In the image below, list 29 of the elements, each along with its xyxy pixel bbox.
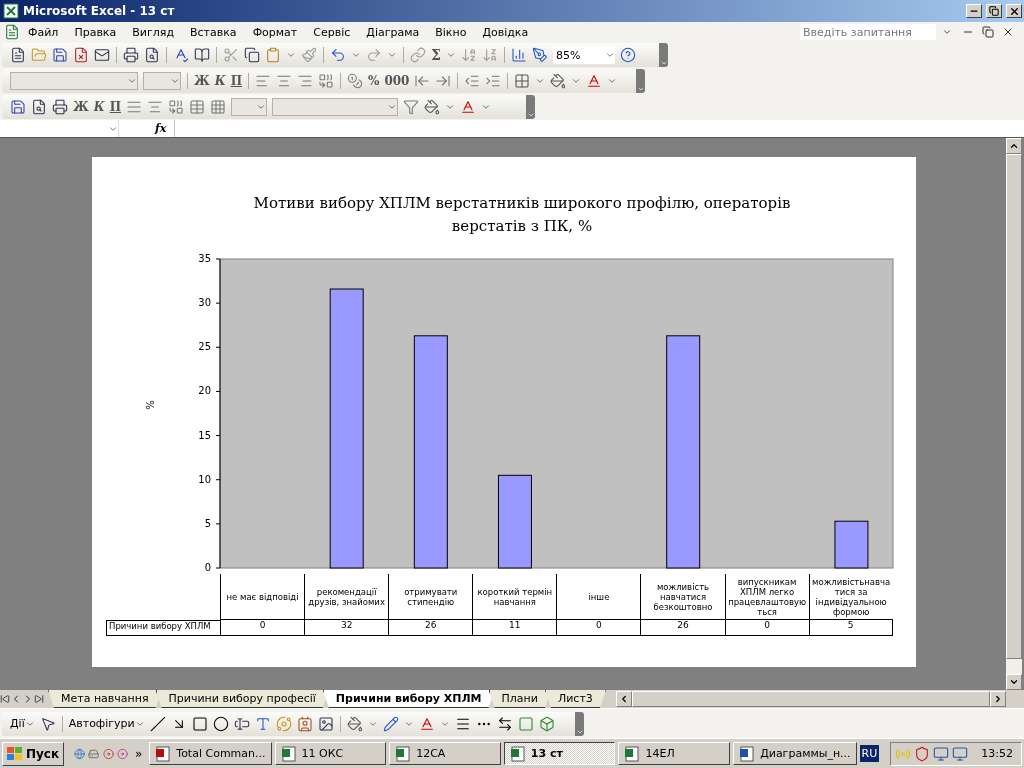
table-cell: 11 (472, 620, 557, 636)
axis-tick-label: 10 (198, 473, 211, 485)
axis-tick-label: 30 (198, 297, 211, 309)
axis-tick-label: 15 (198, 429, 211, 441)
window-title: Microsoft Excel - 13 ст (23, 4, 176, 18)
table-cell: 0 (220, 620, 305, 636)
table-row-label: Причини вибору ХПЛМ (106, 620, 220, 636)
table-cell: 26 (640, 620, 725, 636)
axis-tick-label: 0 (204, 562, 211, 573)
table-header-cell: інше (556, 574, 641, 620)
axis-tick-label: 25 (198, 341, 211, 353)
axis-title: % (145, 400, 156, 410)
table-cell: 5 (808, 620, 893, 636)
chart-title: Мотиви вибору ХПЛМ верстатників широкого профілю, операторів верстатів з ПК, % (252, 193, 792, 237)
table-cell: 0 (556, 620, 641, 636)
table-header-cell: можливість навчатися безкоштовно (640, 574, 725, 620)
table-header-cell: не має відповіді (220, 574, 305, 620)
table-header-cell: можливістьнавча тися за індивідуальною формою (808, 574, 893, 620)
clock: 13:52 (981, 747, 1013, 760)
table-cell: 26 (388, 620, 473, 636)
axis-tick-label: 35 (198, 253, 211, 264)
table-header-cell: рекомендації друзів, знайомих (304, 574, 389, 620)
table-header-cell: отримувати стипендію (388, 574, 473, 620)
table-header-cell: випускникам ХПЛМ легко працевлаштовую ться (724, 574, 809, 620)
axis-tick-label: 5 (204, 517, 211, 529)
axis-tick-label: 20 (198, 385, 211, 397)
table-header-cell: короткий термін навчання (472, 574, 557, 620)
table-cell: 0 (724, 620, 809, 636)
table-cell: 32 (304, 620, 389, 636)
